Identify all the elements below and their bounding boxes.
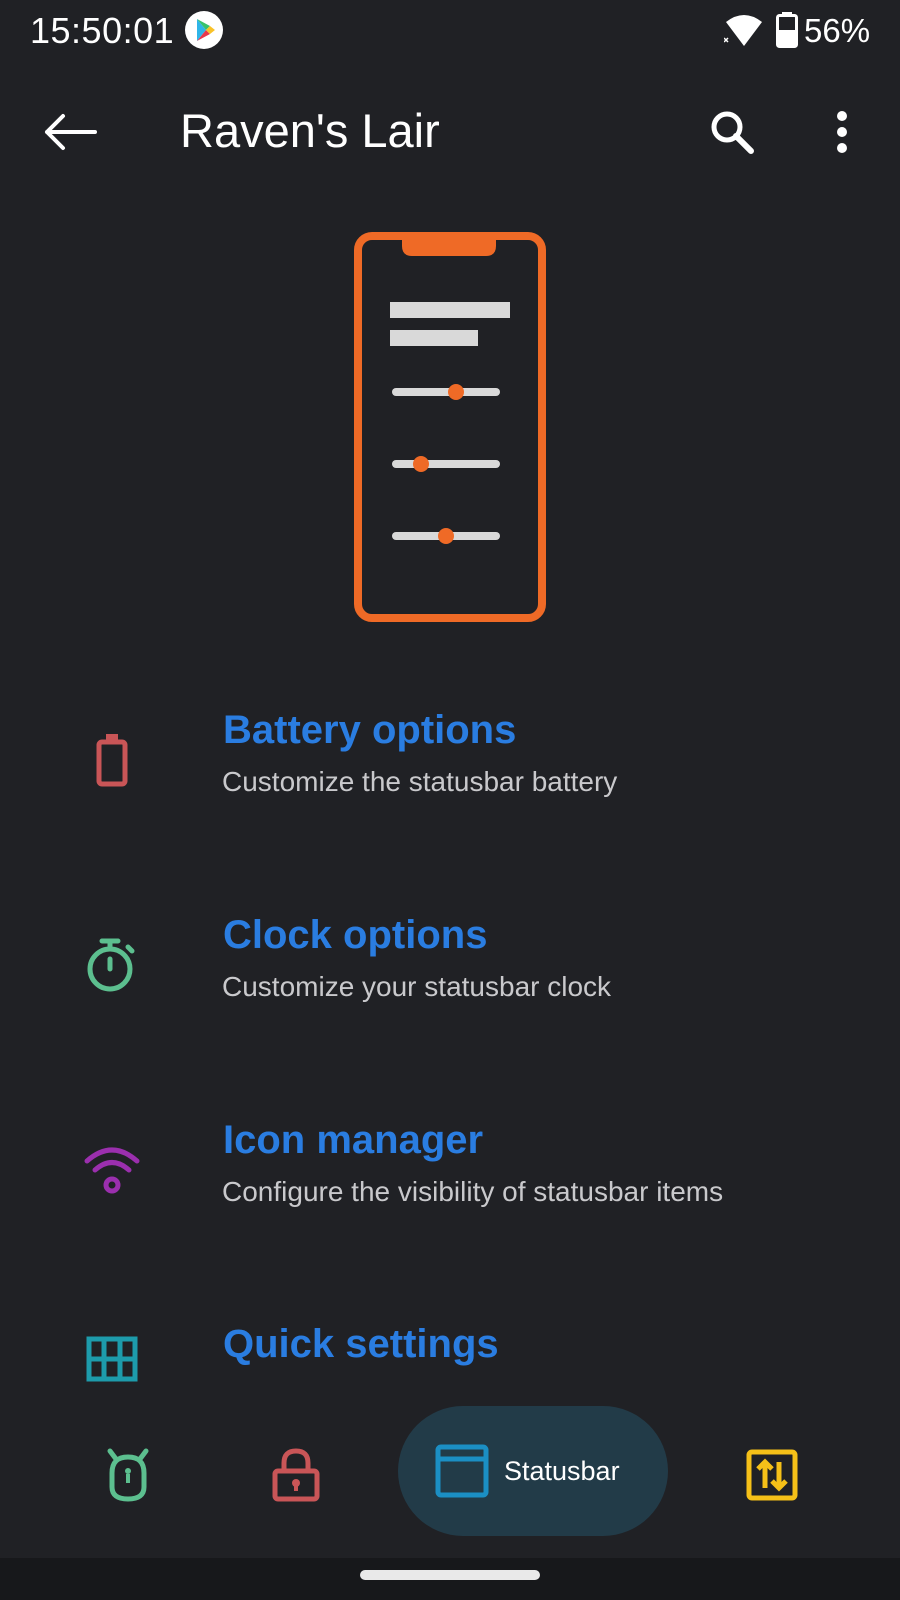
- option-subtitle: Customize the statusbar battery: [222, 766, 618, 797]
- search-icon: [711, 111, 754, 154]
- gesture-navigation-area: [0, 1558, 900, 1600]
- slider-group: [392, 384, 500, 544]
- battery-icon: [776, 12, 798, 48]
- nav-label: Statusbar: [504, 1455, 620, 1486]
- illustration-slider-thumb: [413, 456, 429, 472]
- home-gesture-handle[interactable]: [360, 1570, 540, 1580]
- status-time: 15:50:01: [30, 10, 175, 51]
- wifi-icon: [80, 1138, 144, 1202]
- battery-icon: [80, 728, 144, 792]
- more-options-button[interactable]: [810, 100, 874, 164]
- page-title: Raven's Lair: [180, 104, 440, 157]
- illustration-slider-thumb: [448, 384, 464, 400]
- statusbar-window-icon: [435, 1444, 489, 1498]
- quick-settings-item[interactable]: Quick settings: [0, 1322, 900, 1388]
- icon-manager-item[interactable]: Icon manager Configure the visibility of…: [0, 1118, 900, 1298]
- bottom-navigation: Statusbar: [0, 1388, 900, 1553]
- option-title: Quick settings: [223, 1322, 499, 1366]
- play-store-icon: [185, 11, 223, 49]
- battery-percent: 56%: [804, 12, 871, 49]
- nav-item-swap[interactable]: [732, 1410, 812, 1540]
- option-subtitle: Customize your statusbar clock: [222, 971, 612, 1002]
- swap-vert-icon: [746, 1449, 798, 1501]
- search-button[interactable]: [700, 100, 764, 164]
- option-title: Battery options: [223, 708, 517, 752]
- back-button[interactable]: [30, 100, 110, 164]
- app-bar: Raven's Lair: [0, 80, 900, 180]
- nav-item-statusbar[interactable]: Statusbar: [398, 1406, 668, 1536]
- arrow-left-icon: [45, 114, 97, 150]
- status-bar: 15:50:01 56%: [0, 0, 900, 62]
- battery-options-item[interactable]: Battery options Customize the statusbar …: [0, 708, 900, 888]
- option-subtitle: Configure the visibility of statusbar it…: [222, 1176, 724, 1207]
- wifi-icon: [724, 15, 762, 46]
- clock-options-item[interactable]: Clock options Customize your statusbar c…: [0, 913, 900, 1093]
- illustration-slider-thumb: [438, 528, 454, 544]
- more-vert-icon: [837, 111, 847, 153]
- lock-icon: [272, 1448, 320, 1502]
- nav-item-lockscreen[interactable]: [256, 1410, 336, 1540]
- stopwatch-icon: [80, 933, 144, 997]
- grid-icon: [80, 1328, 144, 1388]
- nav-item-system[interactable]: [88, 1410, 168, 1540]
- phone-settings-illustration: [354, 232, 546, 622]
- option-title: Clock options: [223, 913, 488, 957]
- option-title: Icon manager: [223, 1118, 484, 1162]
- android-icon: [107, 1448, 149, 1502]
